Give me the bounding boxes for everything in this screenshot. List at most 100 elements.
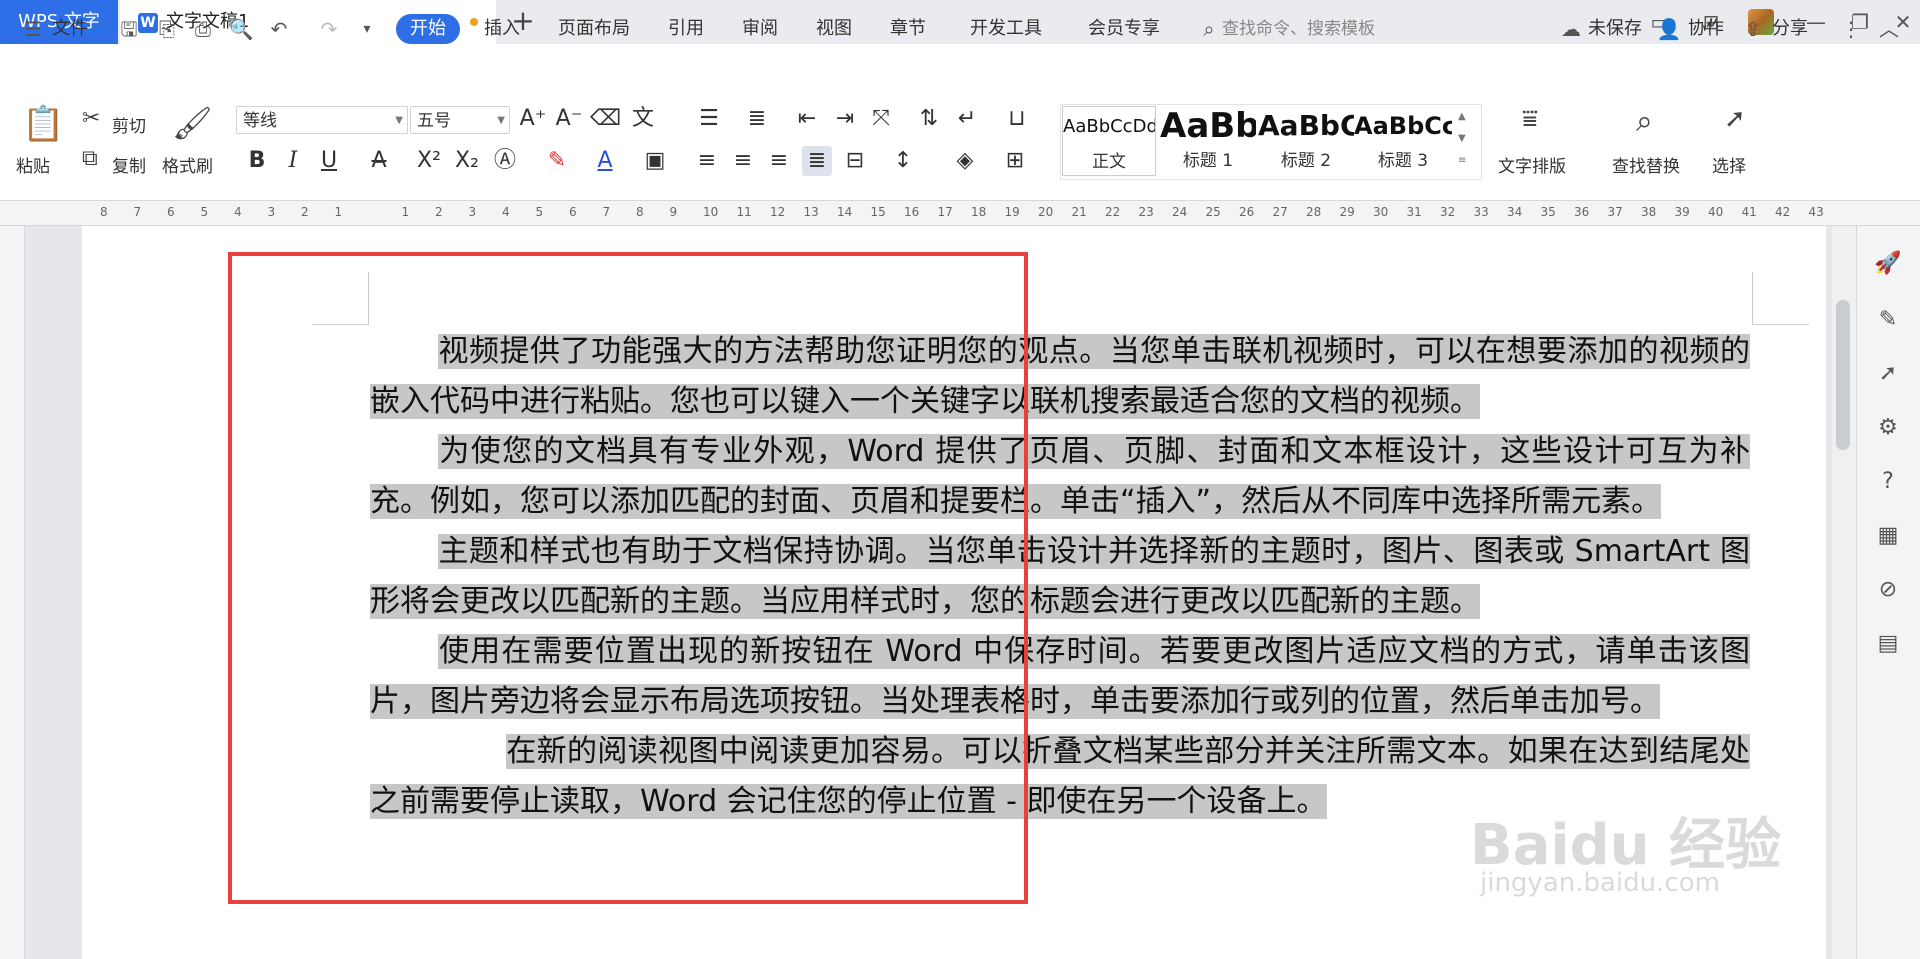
style-heading1[interactable]: AaBb 标题 1 [1160,106,1256,174]
cut-icon[interactable]: ✂ [82,106,100,131]
superscript-icon[interactable]: X² [414,146,444,176]
decrease-indent-icon[interactable]: ⇤ [792,104,822,134]
text-effect-icon[interactable]: Ⓐ [490,146,520,176]
ruler-tick-label: 2 [435,205,443,219]
share-button[interactable]: 分享 [1772,14,1808,44]
print-icon[interactable]: ⎙ [190,16,216,42]
tab-insert[interactable]: 插入 [484,14,520,44]
align-left-icon[interactable]: ≡ [692,146,722,176]
ruler-tick-label: 28 [1306,205,1322,219]
underline-icon[interactable]: U [314,146,344,176]
book-icon[interactable]: ▤ [1874,630,1902,658]
quick-access-dropdown-icon[interactable]: ▾ [354,16,380,42]
help-icon[interactable]: ? [1874,468,1902,496]
ruler-tick-label: 40 [1708,205,1724,219]
unsaved-status[interactable]: 未保存 [1588,14,1642,44]
tab-page-layout[interactable]: 页面布局 [558,14,630,44]
export-icon[interactable]: ⎘ [154,16,180,42]
cut-button[interactable]: 剪切 [112,112,146,137]
strikethrough-icon[interactable]: A [364,146,394,176]
text-layout-button[interactable]: 文字排版 [1498,152,1566,177]
tab-review[interactable]: 审阅 [742,14,778,44]
tab-chapter[interactable]: 章节 [890,14,926,44]
chevron-down-icon: ▼ [395,115,403,126]
justify-icon[interactable]: ≣ [802,146,832,176]
hamburger-menu-icon[interactable]: ☰ [20,16,46,42]
align-center-icon[interactable]: ≡ [728,146,758,176]
format-painter-button[interactable]: 格式刷 [162,152,213,177]
shading-icon[interactable]: ◈ [950,146,980,176]
ruler-tick-label: 32 [1440,205,1456,219]
clear-format-icon[interactable]: ⌫ [590,104,621,134]
save-icon[interactable]: 🖫 [116,16,142,42]
show-marks-icon[interactable]: ↵ [952,104,982,134]
pen-icon[interactable]: ✎ [1874,306,1902,334]
style-heading2[interactable]: AaBbC 标题 2 [1258,106,1354,174]
tab-stop-icon[interactable]: ⊔ [1002,104,1032,134]
baidu-watermark-url: jingyan.baidu.com [1480,868,1720,898]
tab-member[interactable]: 会员专享 [1088,14,1160,44]
horizontal-ruler[interactable]: 8 7 6 5 4 3 2 1 1 2 3 4 5 6 7 8 9 10 11 12 13 14 15 16 17 18 19 20 2… [0,201,1920,226]
grow-font-icon[interactable]: A⁺ [518,104,548,134]
shrink-font-icon[interactable]: A⁻ [554,104,584,134]
distributed-icon[interactable]: ⊟ [840,146,870,176]
find-icon[interactable]: ⌕ [1636,104,1653,139]
highlight-color-icon[interactable]: ✎ [542,146,572,176]
command-search-input[interactable]: 查找命令、搜索模板 [1222,14,1422,44]
search-icon: ⌕ [1203,17,1215,41]
tab-view[interactable]: 视图 [816,14,852,44]
text-layout-icon[interactable]: ⩸ [1522,104,1538,135]
select-button[interactable]: 选择 [1712,152,1746,177]
style-normal-preview: AaBbCcDd [1063,116,1155,137]
paste-icon[interactable]: 📋 [22,104,64,144]
subscript-icon[interactable]: X₂ [452,146,482,176]
pointer-icon[interactable]: ➚ [1874,360,1902,388]
redo-icon[interactable]: ↷ [316,16,342,42]
borders-icon[interactable]: ⊞ [1000,146,1030,176]
settings-sliders-icon[interactable]: ⚙ [1874,414,1902,442]
bullet-list-icon[interactable]: ☰ [694,104,724,134]
font-name-select[interactable]: 等线 ▼ [236,106,408,134]
ruler-tick-label: 8 [636,205,644,219]
scrollbar-thumb[interactable] [1836,300,1850,450]
print-preview-icon[interactable]: 🔍 [228,16,254,42]
font-color-icon[interactable]: A [590,146,620,176]
ruler-tick-label: 37 [1607,205,1623,219]
tab-references[interactable]: 引用 [668,14,704,44]
line-spacing-icon[interactable]: ↕ [888,146,918,176]
style-normal[interactable]: AaBbCcDd 正文 [1062,106,1156,176]
collapse-ribbon-icon[interactable]: ︿ [1876,16,1902,42]
annotation-red-box [228,252,1028,904]
increase-indent-icon[interactable]: ⇥ [830,104,860,134]
more-options-icon[interactable]: ⋮ [1838,16,1864,42]
phonetic-guide-icon[interactable]: 文 [628,104,658,134]
copy-button[interactable]: 复制 [112,152,146,177]
compass-icon[interactable]: ⊘ [1874,576,1902,604]
rocket-icon[interactable]: 🚀 [1874,250,1902,278]
bold-icon[interactable]: B [242,146,272,176]
numbered-list-icon[interactable]: ≣ [742,104,772,134]
chinese-layout-icon[interactable]: ⤧ [866,104,896,134]
sort-icon[interactable]: ⇅ [914,104,944,134]
paste-button[interactable]: 粘贴 [16,152,50,177]
collab-button[interactable]: 协作 [1688,14,1724,44]
ruler-tick-label: 3 [468,205,477,219]
char-border-icon[interactable]: ▣ [640,146,670,176]
find-replace-button[interactable]: 查找替换 [1612,152,1680,177]
undo-icon[interactable]: ↶ [266,16,292,42]
ruler-tick-label: 30 [1373,205,1389,219]
italic-icon[interactable]: I [278,146,308,176]
file-menu[interactable]: 文件 [52,14,88,44]
tab-start[interactable]: 开始 [396,14,460,44]
font-size-select[interactable]: 五号 ▼ [410,106,510,134]
format-painter-icon[interactable]: 🖌 [172,104,213,142]
align-right-icon[interactable]: ≡ [764,146,794,176]
ruler-tick-label: 8 [100,205,108,219]
style-heading3[interactable]: AaBbCc 标题 3 [1354,106,1452,174]
image-icon[interactable]: ▦ [1874,522,1902,550]
cursor-select-icon[interactable]: ➚ [1724,104,1746,134]
vertical-ruler[interactable] [0,226,25,959]
style-scroll-icon[interactable]: ▲ ▼ ≡ [1458,106,1466,172]
copy-icon[interactable]: ⧉ [82,146,98,171]
tab-developer[interactable]: 开发工具 [970,14,1042,44]
